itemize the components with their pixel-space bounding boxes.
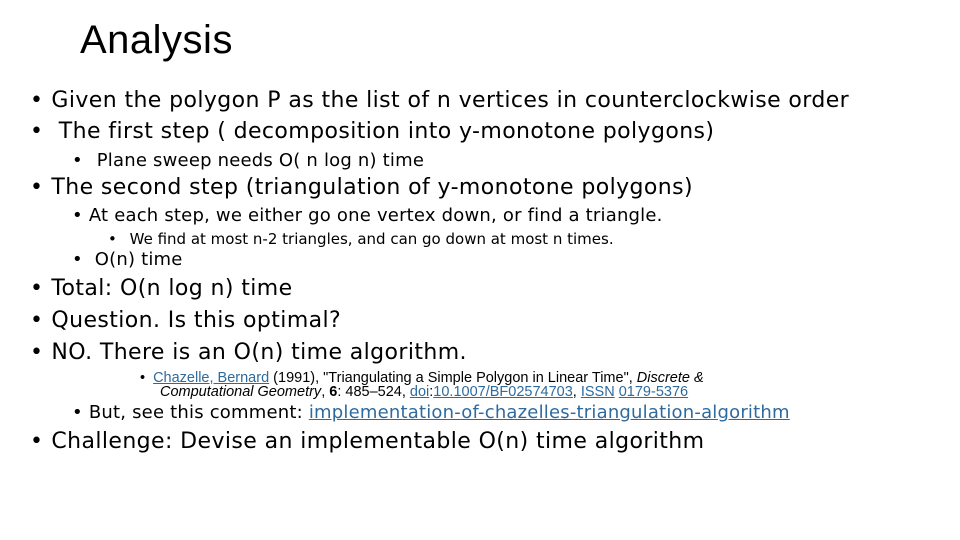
bullet-icon: • xyxy=(30,119,44,144)
bullet-text: Question. Is this optimal? xyxy=(51,308,342,333)
bullet-text: Plane sweep needs O( n log n) time xyxy=(90,150,425,171)
separator: , xyxy=(572,384,581,400)
reference-citation: • Chazelle, Bernard (1991), "Triangulatin… xyxy=(140,370,704,400)
bullet-text: Total: O(n log n) time xyxy=(51,276,293,301)
bullet-text: O(n) time xyxy=(88,249,183,270)
bullet-text: The first step ( decomposition into y-mo… xyxy=(51,119,715,144)
subbullet-each-step: • At each step, we either go one vertex d… xyxy=(72,205,663,226)
bullet-icon: • xyxy=(30,276,44,301)
journal-pages: : 485–524, xyxy=(337,384,410,400)
bullet-text: The second step (triangulation of y-mono… xyxy=(51,175,693,200)
bullet-no: • NO. There is an O(n) time algorithm. xyxy=(30,340,467,365)
bullet-challenge: • Challenge: Devise an implementable O(n)… xyxy=(30,429,704,454)
doi-value-link[interactable]: 10.1007/BF02574703 xyxy=(433,384,573,400)
bullet-icon: • xyxy=(72,205,83,226)
bullet-icon: • xyxy=(30,429,44,454)
bullet-icon: • xyxy=(108,230,117,248)
subbullet-comment: • But, see this comment: implementation-o… xyxy=(72,402,790,423)
journal-name-part2: Computational Geometry xyxy=(160,384,322,400)
issn-label-link[interactable]: ISSN xyxy=(581,384,615,400)
subsubbullet-triangles: • We find at most n-2 triangles, and can… xyxy=(108,230,614,248)
issn-value-link[interactable]: 0179-5376 xyxy=(619,384,688,400)
doi-label-link[interactable]: doi xyxy=(410,384,429,400)
slide-title: Analysis xyxy=(80,18,233,62)
bullet-given-polygon: • Given the polygon P as the list of n ve… xyxy=(30,88,849,113)
bullet-text: Given the polygon P as the list of n ver… xyxy=(51,88,850,113)
subbullet-on-time: • O(n) time xyxy=(72,249,183,270)
bullet-second-step: • The second step (triangulation of y-mon… xyxy=(30,175,693,200)
bullet-icon: • xyxy=(30,340,44,365)
bullet-text: Challenge: Devise an implementable O(n) … xyxy=(51,429,705,454)
bullet-icon: • xyxy=(72,402,83,423)
bullet-icon: • xyxy=(140,370,146,386)
bullet-text: At each step, we either go one vertex do… xyxy=(88,205,663,226)
bullet-icon: • xyxy=(30,88,44,113)
bullet-icon: • xyxy=(30,175,44,200)
bullet-icon: • xyxy=(72,150,83,171)
comment-link[interactable]: implementation-of-chazelles-triangulatio… xyxy=(309,402,790,423)
bullet-icon: • xyxy=(72,249,83,270)
bullet-total: • Total: O(n log n) time xyxy=(30,276,293,301)
bullet-question: • Question. Is this optimal? xyxy=(30,308,341,333)
subbullet-plane-sweep: • Plane sweep needs O( n log n) time xyxy=(72,150,424,171)
bullet-text: NO. There is an O(n) time algorithm. xyxy=(51,340,467,365)
bullet-first-step: • The first step ( decomposition into y-… xyxy=(30,119,714,144)
bullet-icon: • xyxy=(30,308,44,333)
bullet-text: We find at most n-2 triangles, and can g… xyxy=(124,230,614,248)
bullet-text: But, see this comment: xyxy=(88,402,309,423)
